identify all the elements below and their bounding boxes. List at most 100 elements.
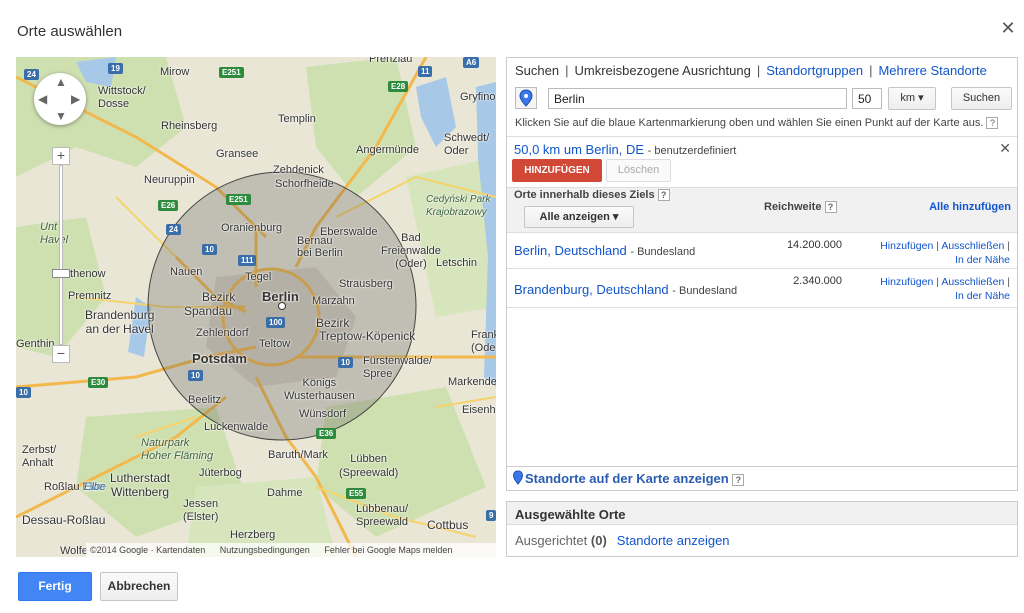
unit-dropdown[interactable]: km ▾ <box>888 87 936 110</box>
map-label-herzberg: Herzberg <box>230 529 276 541</box>
map-label-bezirk-e: Bezirk <box>316 316 350 330</box>
road-shield: E55 <box>346 488 367 499</box>
selected-title: Ausgewählte Orte <box>507 502 1017 525</box>
map-label-mirow: Mirow <box>160 66 190 78</box>
map-pin-icon <box>519 89 533 107</box>
map-label-angermuende: Angermünde <box>356 144 419 156</box>
radius-input[interactable] <box>852 88 882 109</box>
map-terms-link[interactable]: Nutzungsbedingungen <box>220 545 310 555</box>
row-nearby-link[interactable]: In der Nähe <box>955 290 1010 302</box>
road-shield: 24 <box>24 69 39 80</box>
map-label-luebben: Lübben (Spreewald) <box>339 453 399 479</box>
row-nearby-link[interactable]: In der Nähe <box>955 254 1010 266</box>
row-name[interactable]: Berlin, Deutschland - Bundesland <box>514 243 695 258</box>
close-icon[interactable]: ✕ <box>1000 18 1016 38</box>
road-shield: 111 <box>238 255 257 266</box>
tab-location-groups[interactable]: Standortgruppen <box>766 63 863 78</box>
row-name-label[interactable]: Berlin, Deutschland <box>514 243 627 258</box>
zoom-slider-track[interactable] <box>59 165 63 345</box>
show-on-map-label[interactable]: Standorte auf der Karte anzeigen <box>525 471 729 486</box>
pan-down-icon[interactable]: ▼ <box>55 109 67 123</box>
map-label-markende: Markende <box>448 376 496 388</box>
map-pan-control[interactable]: ▲ ▼ ◀ ▶ <box>34 73 86 125</box>
map-pin-icon <box>512 470 524 485</box>
done-button[interactable]: Fertig <box>18 572 92 601</box>
map-label-lutherstadt: Lutherstadt Wittenberg <box>110 471 171 499</box>
row-exclude-link[interactable]: Ausschließen <box>941 240 1004 252</box>
map-label-wuensdorf: Wünsdorf <box>299 408 347 420</box>
location-search-input[interactable] <box>548 88 847 109</box>
map-footer: ©2014 Google · Kartendaten Nutzungsbedin… <box>86 543 496 557</box>
cancel-button[interactable]: Abbrechen <box>100 572 178 601</box>
road-shield: 10 <box>16 387 31 398</box>
map-label-spandau: Spandau <box>184 304 233 318</box>
help-icon[interactable]: ? <box>824 201 837 214</box>
road-shield: E251 <box>219 67 244 78</box>
zoom-in-button[interactable]: + <box>52 147 70 165</box>
map-label-baruth: Baruth/Mark <box>268 449 328 461</box>
road-shield: 10 <box>338 357 353 368</box>
pan-right-icon[interactable]: ▶ <box>71 92 80 106</box>
tab-search[interactable]: Suchen <box>515 63 559 78</box>
col-places: Orte innerhalb dieses Ziels ? <box>514 189 670 202</box>
row-add-link[interactable]: Hinzufügen <box>880 240 933 252</box>
map-label-zehlendorf: Zehlendorf <box>196 327 249 339</box>
road-shield: 10 <box>202 244 217 255</box>
map-label-frankf: Frankf (Ode <box>471 329 496 354</box>
road-shield: E28 <box>388 81 409 92</box>
map-label-rheinsberg: Rheinsberg <box>161 120 218 132</box>
map-label-luebbenau: Lübbenau/ Spreewald <box>356 503 408 528</box>
row-add-link[interactable]: Hinzufügen <box>880 276 933 288</box>
map-label-bad-freienwalde: Bad Freienwalde (Oder) <box>381 232 441 270</box>
help-icon[interactable]: ? <box>732 473 745 486</box>
selected-summary: Ausgerichtet (0) Standorte anzeigen <box>515 533 730 548</box>
map-label-strausberg: Strausberg <box>339 278 393 290</box>
add-all-link[interactable]: Alle hinzufügen <box>929 201 1011 213</box>
map-marker-button[interactable] <box>515 87 537 109</box>
close-icon[interactable]: ✕ <box>999 140 1011 157</box>
road-shield: 9 <box>486 510 496 521</box>
map-report-link[interactable]: Fehler bei Google Maps melden <box>324 545 452 555</box>
map-label-zerbst: Zerbst/ Anhalt <box>22 444 57 469</box>
map-label-letschin: Letschin <box>436 257 477 269</box>
add-button[interactable]: HINZUFÜGEN <box>512 159 602 182</box>
help-icon[interactable]: ? <box>657 189 670 202</box>
radius-target-title[interactable]: 50,0 km um Berlin, DE <box>514 142 644 157</box>
map-label-gransee: Gransee <box>216 148 259 160</box>
row-exclude-link[interactable]: Ausschließen <box>941 276 1004 288</box>
col-reach-label: Reichweite <box>764 201 822 213</box>
map-label-jueterbog: Jüterbog <box>199 467 242 479</box>
map-label-bezirk-w: Bezirk <box>202 290 236 304</box>
search-button[interactable]: Suchen <box>951 87 1012 110</box>
filter-dropdown[interactable]: Alle anzeigen ▾ <box>524 206 634 228</box>
map-label-dahme: Dahme <box>267 487 303 499</box>
pan-up-icon[interactable]: ▲ <box>55 75 67 89</box>
map-zoom-control: + − <box>50 147 72 367</box>
map-label-tegel: Tegel <box>245 271 272 283</box>
map-label-oranienburg: Oranienburg <box>221 222 283 234</box>
zoom-out-button[interactable]: − <box>52 345 70 363</box>
map-label-brandenburg: Brandenburg an der Havel <box>85 308 155 336</box>
row-name[interactable]: Brandenburg, Deutschland - Bundesland <box>514 282 737 297</box>
zoom-slider-thumb[interactable] <box>52 269 70 278</box>
show-on-map-link[interactable]: Standorte auf der Karte anzeigen ? <box>525 471 745 486</box>
tab-radius[interactable]: Umkreisbezogene Ausrichtung <box>574 63 750 78</box>
help-icon[interactable]: ? <box>986 117 999 130</box>
col-places-label: Orte innerhalb dieses Ziels <box>514 189 655 201</box>
map[interactable]: Berlin Potsdam Spandau Bezirk Bezirk Ora… <box>16 57 496 557</box>
map-label-luckenwalde: Luckenwalde <box>204 421 269 433</box>
map-label-teltow: Teltow <box>259 338 291 350</box>
targeted-label: Ausgerichtet <box>515 533 588 548</box>
mode-tabs: Suchen | Umkreisbezogene Ausrichtung | Stand… <box>515 63 987 78</box>
row-type: - Bundesland <box>672 285 738 297</box>
map-label-naturpark: Naturpark Hoher Fläming <box>141 437 214 462</box>
tab-multiple-locations[interactable]: Mehrere Standorte <box>878 63 986 78</box>
map-label-eberswalde: Eberswalde <box>320 226 378 238</box>
col-reach: Reichweite ? <box>764 201 837 214</box>
row-name-label[interactable]: Brandenburg, Deutschland <box>514 282 669 297</box>
road-shield: E36 <box>316 428 337 439</box>
pan-left-icon[interactable]: ◀ <box>38 92 47 106</box>
show-locations-link[interactable]: Standorte anzeigen <box>617 533 730 548</box>
map-label-berlin: Berlin <box>262 289 299 304</box>
radius-target: 50,0 km um Berlin, DE - benutzerdefinier… <box>514 142 736 157</box>
